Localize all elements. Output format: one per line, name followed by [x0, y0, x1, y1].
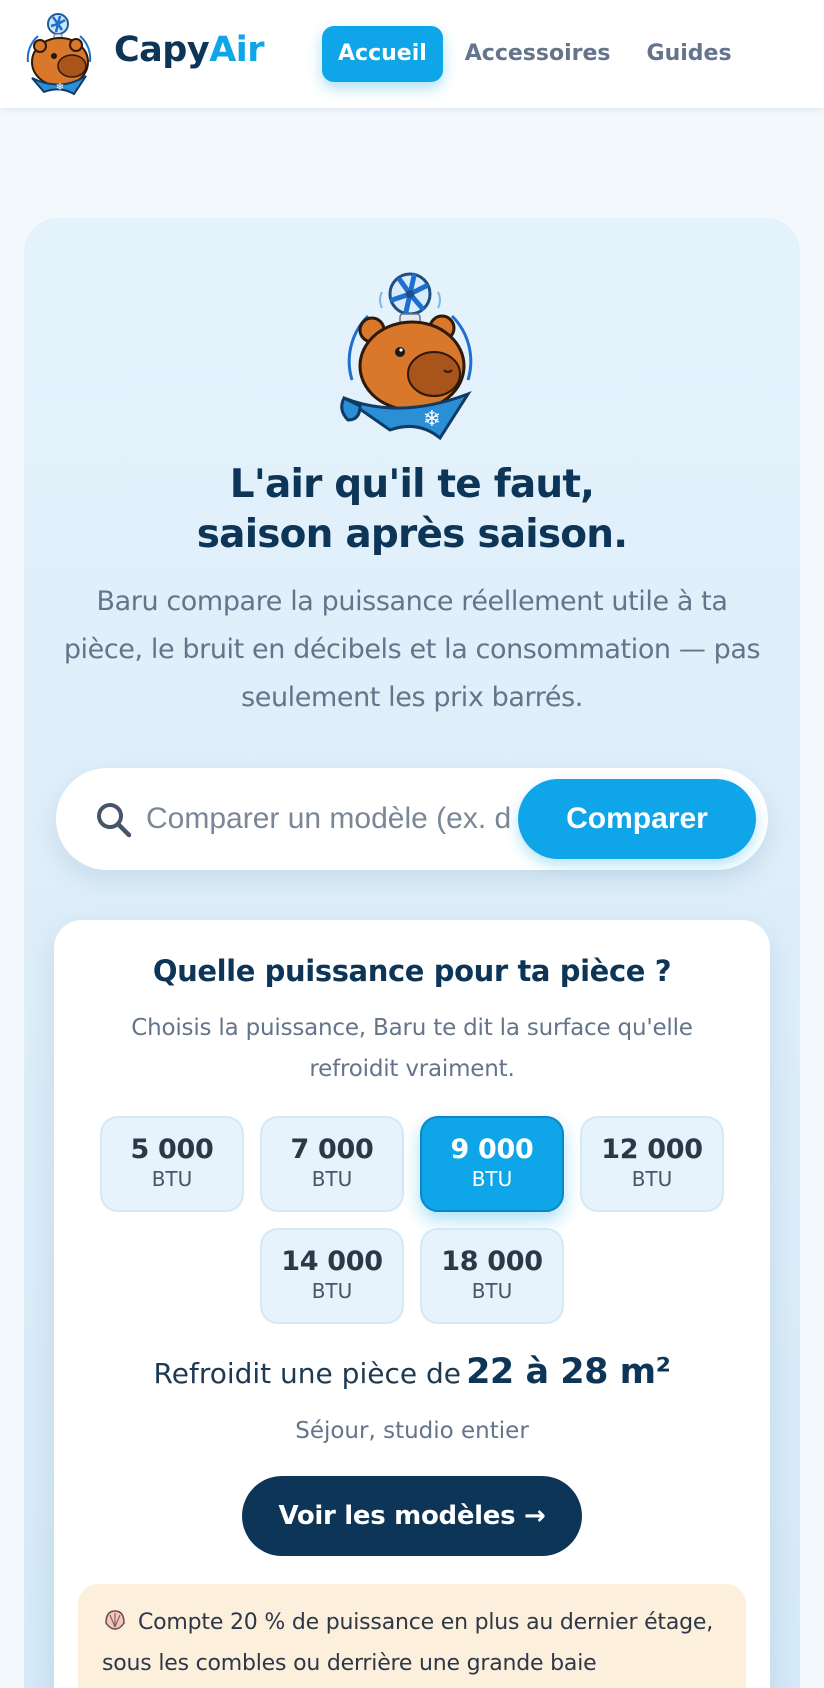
brand-name-air: Air: [209, 30, 265, 70]
site-header: ❄ CapyAir Accueil Accessoires Guides: [0, 0, 824, 108]
svg-text:❄: ❄: [56, 82, 64, 93]
see-models-button[interactable]: Voir les modèles →: [242, 1476, 582, 1556]
btu-option-unit: BTU: [631, 1167, 673, 1191]
hero-headline: L'air qu'il te faut, saison après saison…: [24, 460, 800, 560]
btu-option-9000[interactable]: 9 000 BTU: [420, 1116, 564, 1212]
power-calculator-card: Quelle puissance pour ta pièce ? Choisis…: [54, 920, 770, 1688]
search-icon: [97, 803, 132, 838]
main-nav: Accueil Accessoires Guides: [322, 26, 748, 82]
calculator-result: Refroidit une pièce de 22 à 28 m²: [54, 1352, 770, 1392]
calculator-title: Quelle puissance pour ta pièce ?: [152, 954, 672, 988]
search-input[interactable]: [146, 794, 558, 844]
calculator-description: Choisis la puissance, Baru te dit la sur…: [131, 1015, 693, 1082]
btu-option-7000[interactable]: 7 000 BTU: [260, 1116, 404, 1212]
result-label: Refroidit une pièce de: [153, 1357, 461, 1390]
brand-logo-link[interactable]: ❄ CapyAir: [20, 12, 265, 96]
btu-option-18000[interactable]: 18 000 BTU: [420, 1228, 564, 1324]
shell-icon: [105, 1610, 125, 1630]
btu-option-value: 14 000: [281, 1246, 383, 1277]
brand-name-capy: Capy: [114, 30, 210, 70]
nav-item-accessoires[interactable]: Accessoires: [449, 26, 627, 82]
btu-option-value: 7 000: [290, 1134, 374, 1165]
hero-headline-line1: L'air qu'il te faut,: [229, 462, 595, 507]
hero-subtext: Baru compare la puissance réellement uti…: [63, 586, 761, 713]
btu-option-unit: BTU: [471, 1167, 513, 1191]
btu-option-value: 12 000: [601, 1134, 703, 1165]
tip-box: Compte 20 % de puissance en plus au dern…: [78, 1584, 746, 1688]
btu-option-12000[interactable]: 12 000 BTU: [580, 1116, 724, 1212]
search-bar: Comparer: [56, 768, 768, 870]
nav-item-guides[interactable]: Guides: [631, 26, 748, 82]
btu-option-unit: BTU: [151, 1167, 193, 1191]
btu-option-5000[interactable]: 5 000 BTU: [100, 1116, 244, 1212]
tip-text: Compte 20 % de puissance en plus au dern…: [102, 1610, 714, 1676]
btu-option-unit: BTU: [471, 1279, 513, 1303]
btu-option-unit: BTU: [311, 1279, 353, 1303]
btu-option-unit: BTU: [311, 1167, 353, 1191]
capybara-fan-logo-icon: ❄: [26, 13, 92, 96]
svg-text:❄: ❄: [423, 407, 441, 432]
hero-headline-line2: saison après saison.: [196, 512, 628, 557]
nav-item-accueil[interactable]: Accueil: [322, 26, 443, 82]
result-value: 22 à 28 m²: [466, 1352, 671, 1392]
btu-option-value: 9 000: [450, 1134, 534, 1165]
btu-option-value: 18 000: [441, 1246, 543, 1277]
capybara-mascot-icon: ❄: [340, 272, 473, 440]
btu-option-14000[interactable]: 14 000 BTU: [260, 1228, 404, 1324]
result-note: Séjour, studio entier: [295, 1418, 529, 1444]
brand-name: CapyAir: [114, 30, 265, 70]
btu-option-value: 5 000: [130, 1134, 214, 1165]
compare-button[interactable]: Comparer: [518, 779, 756, 859]
